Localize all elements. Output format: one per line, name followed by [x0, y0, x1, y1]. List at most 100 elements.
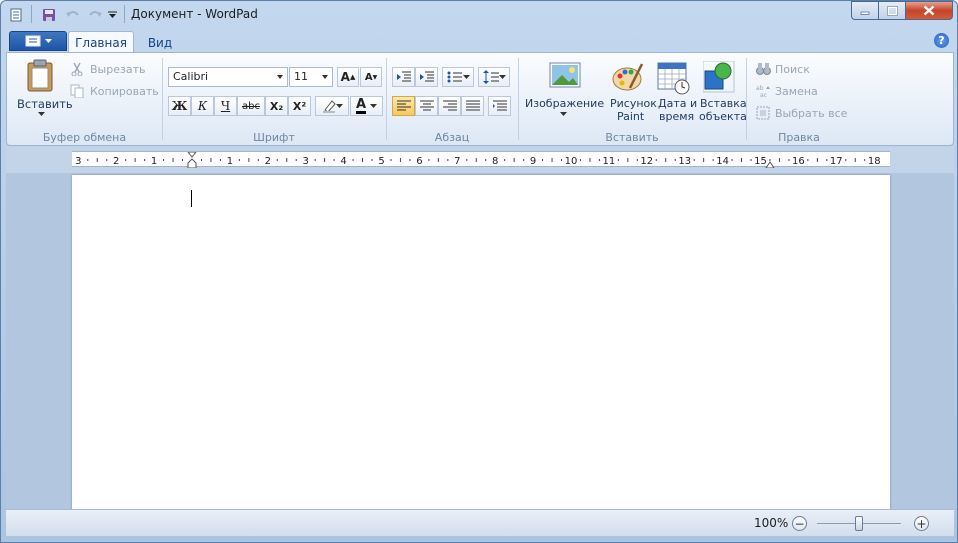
insert-object-label-line1[interactable]: Вставка [700, 97, 747, 110]
ruler-label: 12 [640, 156, 653, 167]
paste-dropdown-icon[interactable] [38, 112, 45, 117]
image-label[interactable]: Изображение [525, 97, 604, 110]
insert-group-label: Вставить [605, 131, 659, 144]
chevron-down-icon [335, 103, 343, 108]
zoom-in-button[interactable]: + [914, 516, 929, 531]
zoom-out-button[interactable]: − [792, 516, 807, 531]
maximize-button[interactable] [878, 1, 906, 20]
line-spacing-button[interactable] [478, 67, 510, 87]
font-color-icon: A [355, 96, 367, 114]
date-time-label-line2[interactable]: время [659, 110, 694, 123]
grow-font-button[interactable]: A ▲ [337, 67, 359, 87]
image-dropdown-icon[interactable] [560, 112, 567, 117]
tab-home[interactable]: Главная [68, 31, 134, 54]
grow-font-icon: A [340, 70, 350, 84]
chevron-down-icon [498, 74, 506, 79]
copy-icon[interactable] [70, 84, 84, 98]
paste-label[interactable]: Вставить [17, 97, 73, 111]
date-time-icon[interactable] [657, 61, 691, 95]
decrease-indent-button[interactable] [392, 67, 415, 87]
justify-button[interactable] [461, 96, 484, 116]
maximize-icon [886, 5, 898, 16]
application-menu-button[interactable] [9, 31, 67, 51]
ruler-label: 2 [265, 156, 271, 167]
font-group-label: Шрифт [253, 131, 295, 144]
ribbon-tab-row: Главная Вид ? [6, 29, 954, 54]
tab-view[interactable]: Вид [138, 31, 182, 54]
first-line-indent-marker[interactable] [186, 151, 198, 158]
ruler-label: 4 [340, 156, 346, 167]
align-left-button[interactable] [392, 96, 415, 116]
align-center-button[interactable] [415, 96, 438, 116]
undo-icon[interactable] [63, 7, 83, 23]
zoom-slider-thumb[interactable] [855, 516, 863, 531]
select-all-label[interactable]: Выбрать все [775, 107, 847, 120]
ruler-tick [172, 158, 174, 162]
customize-arrow-icon[interactable] [105, 7, 119, 23]
increase-indent-button[interactable] [415, 67, 438, 87]
underline-button[interactable]: Ч [214, 96, 237, 116]
bullet-list-button[interactable] [442, 67, 474, 87]
status-bar: 100% − + [6, 509, 954, 536]
clipboard-group-label: Буфер обмена [42, 131, 127, 144]
shrink-font-button[interactable]: A ▼ [360, 67, 382, 87]
ruler-tick [523, 159, 525, 161]
minimize-button[interactable] [851, 1, 879, 20]
ruler-tick [428, 159, 430, 161]
highlight-color-button[interactable] [315, 96, 349, 116]
left-indent-marker[interactable] [187, 158, 197, 169]
copy-label[interactable]: Копировать [90, 85, 159, 98]
superscript-button[interactable]: X² [288, 96, 311, 116]
ruler-label: 6 [416, 156, 422, 167]
redo-icon[interactable] [85, 7, 105, 23]
ruler-tick [314, 159, 316, 161]
font-color-button[interactable]: A [350, 96, 383, 116]
font-size-select[interactable]: 11 [289, 67, 333, 87]
replace-label[interactable]: Замена [775, 85, 818, 98]
ruler-label: 3 [303, 156, 309, 167]
ruler-tick [219, 159, 221, 161]
ruler-tick [769, 159, 771, 161]
help-icon[interactable]: ? [934, 33, 949, 48]
paint-label-line1[interactable]: Рисунок [610, 97, 657, 110]
paste-icon[interactable] [23, 59, 57, 97]
save-icon[interactable] [39, 7, 59, 23]
ruler-tick [826, 159, 828, 161]
ruler-tick [96, 158, 98, 162]
font-family-select[interactable]: Calibri [168, 67, 288, 87]
italic-button[interactable]: К [191, 96, 214, 116]
find-binoculars-icon[interactable] [756, 62, 771, 75]
ruler-tick [200, 159, 202, 161]
ruler-tick [598, 159, 600, 161]
ruler-tick [106, 159, 108, 161]
wordpad-app-icon[interactable] [7, 7, 25, 23]
ruler-tick [561, 159, 563, 161]
ruler-tick [295, 159, 297, 161]
insert-object-label-line2[interactable]: объекта [699, 110, 747, 123]
find-label[interactable]: Поиск [775, 63, 810, 76]
ruler-label: 10 [565, 156, 578, 167]
ruler-label: 13 [678, 156, 691, 167]
cut-label[interactable]: Вырезать [90, 63, 145, 76]
paint-drawing-icon[interactable] [612, 62, 644, 92]
document-page[interactable] [72, 175, 890, 515]
date-time-label-line1[interactable]: Дата и [658, 97, 697, 110]
select-all-icon[interactable] [756, 106, 770, 120]
ruler-tick [542, 159, 544, 161]
horizontal-ruler[interactable]: 3 2 1 1 2 3 4 5 6 7 8 9 10 11 12 13 14 15 16 17 18 [72, 151, 890, 169]
insert-object-icon[interactable] [703, 61, 735, 93]
ruler-label: 18 [868, 156, 881, 167]
cut-icon[interactable] [70, 62, 84, 76]
paint-label-line2[interactable]: Paint [617, 110, 644, 123]
image-icon[interactable] [549, 62, 581, 90]
subscript-button[interactable]: X₂ [265, 96, 288, 116]
align-right-button[interactable] [438, 96, 461, 116]
close-button[interactable] [905, 1, 953, 20]
bold-button[interactable]: Ж [168, 96, 191, 116]
replace-icon[interactable]: abac [756, 84, 772, 98]
ruler-label: 17 [830, 156, 843, 167]
paragraph-settings-button[interactable] [488, 96, 511, 116]
ruler-tick [504, 159, 506, 161]
right-indent-marker[interactable] [765, 161, 775, 169]
strikethrough-button[interactable]: abc [237, 96, 265, 116]
